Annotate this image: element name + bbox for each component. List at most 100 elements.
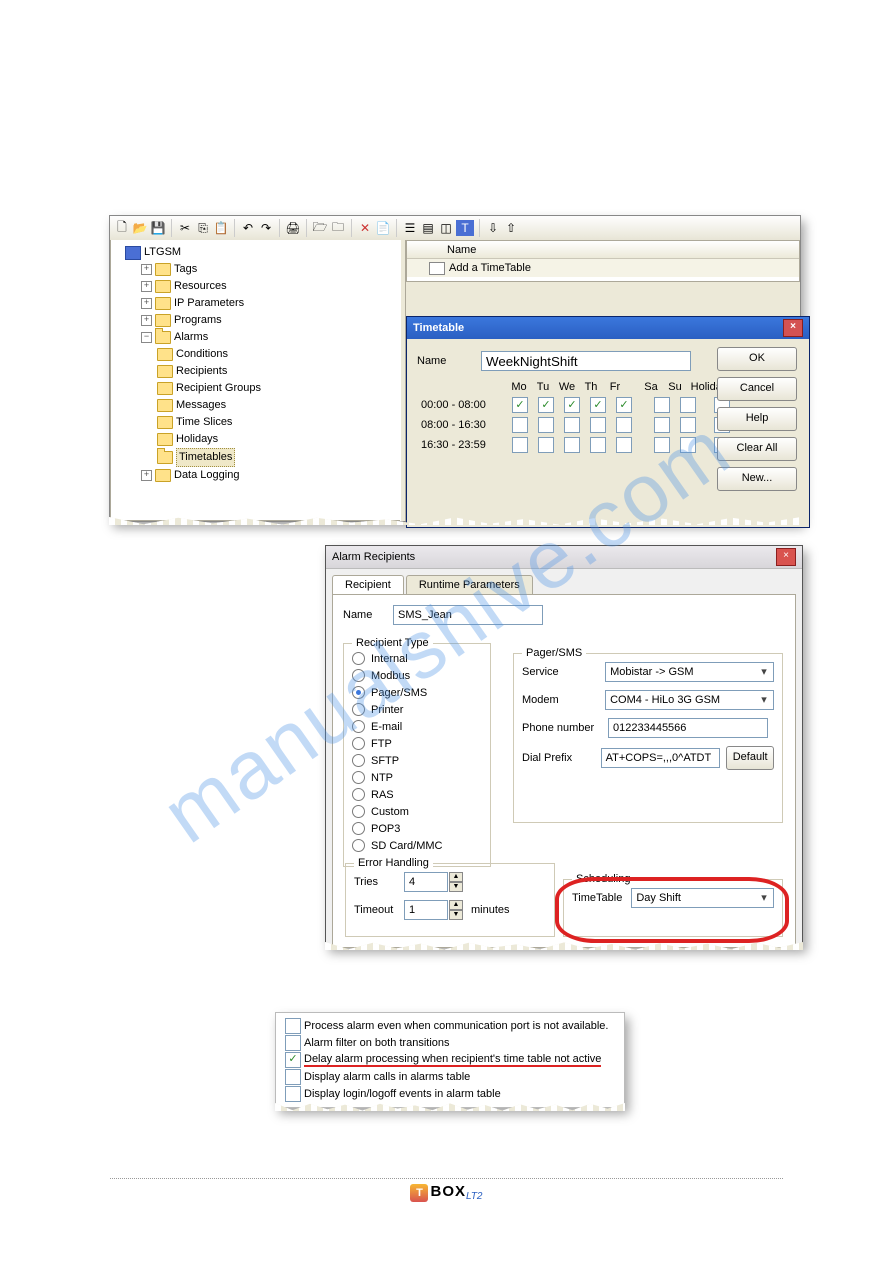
tree-item-messages[interactable]: Messages xyxy=(115,397,401,414)
radio-ras[interactable]: RAS xyxy=(352,788,482,801)
modem-combo[interactable]: COM4 - HiLo 3G GSM xyxy=(605,690,774,710)
tt-checkbox[interactable] xyxy=(616,417,632,433)
radio-ntp[interactable]: NTP xyxy=(352,771,482,784)
spin-up-icon[interactable]: ▲ xyxy=(449,872,463,882)
timeout-spinner[interactable]: 1▲▼ xyxy=(404,900,463,920)
dialog-titlebar[interactable]: Alarm Recipients × xyxy=(326,546,802,569)
phone-input[interactable]: 012233445566 xyxy=(608,718,768,738)
tt-checkbox[interactable] xyxy=(680,437,696,453)
radio-sftp[interactable]: SFTP xyxy=(352,754,482,767)
tt-checkbox[interactable] xyxy=(538,437,554,453)
recipient-name-input[interactable]: SMS_Jean xyxy=(393,605,543,625)
close-icon[interactable]: × xyxy=(776,548,796,566)
cancel-button[interactable]: Cancel xyxy=(717,377,797,401)
radio-printer[interactable]: Printer xyxy=(352,703,482,716)
close-icon[interactable]: × xyxy=(783,319,803,337)
view-detail-icon[interactable]: ▤ xyxy=(420,220,436,236)
tt-checkbox[interactable] xyxy=(538,397,554,413)
option-row[interactable]: Alarm filter on both transitions xyxy=(282,1034,618,1051)
radio-sdcard[interactable]: SD Card/MMC xyxy=(352,839,482,852)
tt-checkbox[interactable] xyxy=(564,437,580,453)
download-icon[interactable]: ⇩ xyxy=(485,220,501,236)
tt-checkbox[interactable] xyxy=(512,437,528,453)
dialog-titlebar[interactable]: Timetable × xyxy=(407,317,809,339)
tree-item-recipients[interactable]: Recipients xyxy=(115,363,401,380)
checkbox[interactable] xyxy=(285,1052,301,1068)
expand-icon[interactable]: + xyxy=(141,315,152,326)
option-row[interactable]: Process alarm even when communication po… xyxy=(282,1017,618,1034)
option-row[interactable]: Delay alarm processing when recipient's … xyxy=(282,1051,618,1068)
timetable-name-input[interactable] xyxy=(481,351,691,371)
view-list-icon[interactable]: ☰ xyxy=(402,220,418,236)
timetable-combo[interactable]: Day Shift xyxy=(631,888,774,908)
radio-custom[interactable]: Custom xyxy=(352,805,482,818)
new-button[interactable]: New... xyxy=(717,467,797,491)
tab-runtime[interactable]: Runtime Parameters xyxy=(406,575,533,594)
radio-pager-sms[interactable]: Pager/SMS xyxy=(352,686,482,699)
tt-checkbox[interactable] xyxy=(564,397,580,413)
tt-checkbox[interactable] xyxy=(590,437,606,453)
tt-checkbox[interactable] xyxy=(538,417,554,433)
tree-item-timetables[interactable]: Timetables xyxy=(115,448,401,467)
tt-checkbox[interactable] xyxy=(616,437,632,453)
clear-all-button[interactable]: Clear All xyxy=(717,437,797,461)
service-combo[interactable]: Mobistar -> GSM xyxy=(605,662,774,682)
tree-item-holidays[interactable]: Holidays xyxy=(115,431,401,448)
expand-icon[interactable]: + xyxy=(141,264,152,275)
tree-item-resources[interactable]: +Resources xyxy=(115,278,401,295)
tt-checkbox[interactable] xyxy=(654,417,670,433)
radio-pop3[interactable]: POP3 xyxy=(352,822,482,835)
radio-ftp[interactable]: FTP xyxy=(352,737,482,750)
dialprefix-input[interactable]: AT+COPS=,,,0^ATDT xyxy=(601,748,721,768)
spin-down-icon[interactable]: ▼ xyxy=(449,910,463,920)
checkbox[interactable] xyxy=(285,1018,301,1034)
tt-checkbox[interactable] xyxy=(512,397,528,413)
tt-checkbox[interactable] xyxy=(590,417,606,433)
option-row[interactable]: Display alarm calls in alarms table xyxy=(282,1068,618,1085)
radio-internal[interactable]: Internal xyxy=(352,652,482,665)
checkbox[interactable] xyxy=(285,1035,301,1051)
help-button[interactable]: Help xyxy=(717,407,797,431)
column-name[interactable]: Name xyxy=(447,244,476,256)
checkbox[interactable] xyxy=(285,1086,301,1102)
ok-button[interactable]: OK xyxy=(717,347,797,371)
radio-email[interactable]: E-mail xyxy=(352,720,482,733)
new-folder-icon[interactable]: 🗀 xyxy=(330,220,346,236)
open-icon[interactable]: 📂 xyxy=(132,220,148,236)
expand-icon[interactable]: + xyxy=(141,281,152,292)
redo-icon[interactable]: ↷ xyxy=(258,220,274,236)
new-icon[interactable]: 🗋 xyxy=(114,220,130,236)
paste-icon[interactable]: 📋 xyxy=(213,220,229,236)
tt-checkbox[interactable] xyxy=(564,417,580,433)
radio-modbus[interactable]: Modbus xyxy=(352,669,482,682)
view-split-icon[interactable]: ◫ xyxy=(438,220,454,236)
delete-icon[interactable]: ✕ xyxy=(357,220,373,236)
tree-item-programs[interactable]: +Programs xyxy=(115,312,401,329)
tt-checkbox[interactable] xyxy=(616,397,632,413)
tree-item-recipient-groups[interactable]: Recipient Groups xyxy=(115,380,401,397)
up-folder-icon[interactable]: 🗁 xyxy=(312,220,328,236)
tt-checkbox[interactable] xyxy=(680,417,696,433)
app-icon[interactable]: T xyxy=(456,220,474,236)
spin-up-icon[interactable]: ▲ xyxy=(449,900,463,910)
checkbox[interactable] xyxy=(285,1069,301,1085)
list-row-add[interactable]: Add a TimeTable xyxy=(407,259,799,277)
spin-down-icon[interactable]: ▼ xyxy=(449,882,463,892)
copy-icon[interactable]: ⎘ xyxy=(195,220,211,236)
tt-checkbox[interactable] xyxy=(654,397,670,413)
tree-item-datalogging[interactable]: +Data Logging xyxy=(115,467,401,484)
expand-icon[interactable]: + xyxy=(141,298,152,309)
option-row[interactable]: Display login/logoff events in alarm tab… xyxy=(282,1085,618,1102)
default-button[interactable]: Default xyxy=(726,746,774,770)
tt-checkbox[interactable] xyxy=(680,397,696,413)
tree-item-ip[interactable]: +IP Parameters xyxy=(115,295,401,312)
tt-checkbox[interactable] xyxy=(590,397,606,413)
tt-checkbox[interactable] xyxy=(512,417,528,433)
cut-icon[interactable]: ✂ xyxy=(177,220,193,236)
tree-item-tags[interactable]: +Tags xyxy=(115,261,401,278)
project-tree[interactable]: LTGSM +Tags +Resources +IP Parameters +P… xyxy=(111,240,401,484)
print-icon[interactable]: 🖨 xyxy=(285,220,301,236)
tree-item-alarms[interactable]: −Alarms xyxy=(115,329,401,346)
tree-item-timeslices[interactable]: Time Slices xyxy=(115,414,401,431)
properties-icon[interactable]: 📄 xyxy=(375,220,391,236)
